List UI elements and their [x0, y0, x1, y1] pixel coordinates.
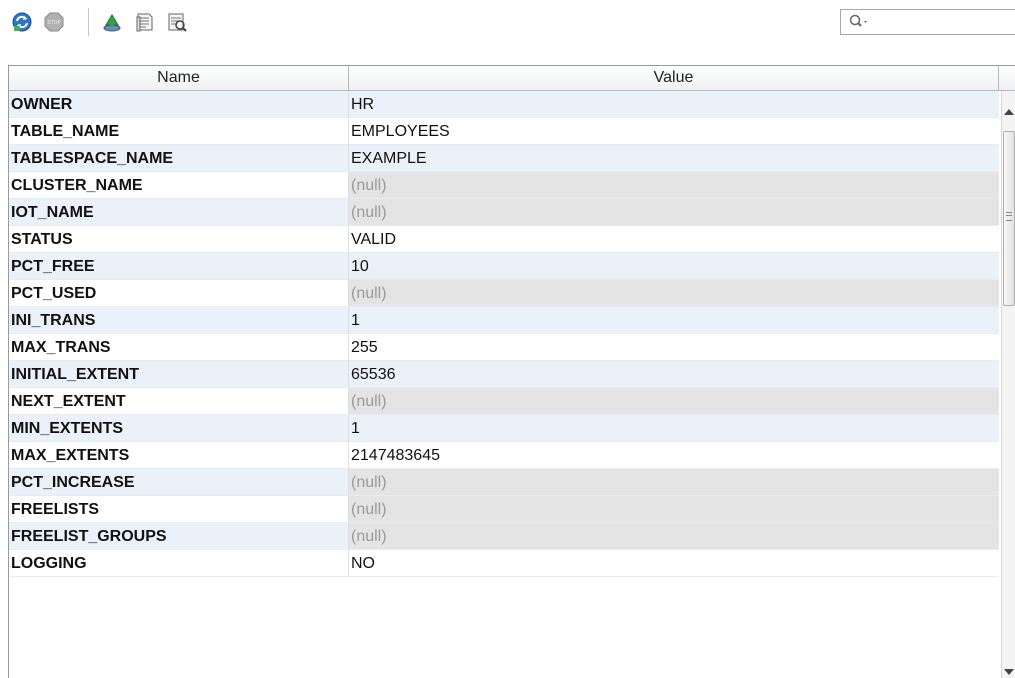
property-value-cell[interactable]: 1	[349, 415, 999, 442]
property-name-cell[interactable]: STATUS	[9, 226, 349, 253]
table-row[interactable]: FREELISTS (null)	[9, 496, 999, 523]
property-value-cell[interactable]: (null)	[349, 280, 999, 307]
property-value-cell[interactable]: (null)	[349, 496, 999, 523]
table-row[interactable]: CLUSTER_NAME (null)	[9, 172, 999, 199]
svg-text:STOP: STOP	[47, 20, 60, 26]
property-name-cell[interactable]: TABLESPACE_NAME	[9, 145, 349, 172]
property-name-cell[interactable]: PCT_FREE	[9, 253, 349, 280]
query-icon[interactable]	[165, 10, 189, 34]
table-row[interactable]: LOGGING NO	[9, 550, 999, 577]
table-row[interactable]: OWNER HR	[9, 91, 999, 118]
table-row[interactable]: INI_TRANS 1	[9, 307, 999, 334]
scroll-up-arrow-icon[interactable]	[1004, 109, 1014, 115]
table-row[interactable]: PCT_INCREASE (null)	[9, 469, 999, 496]
property-value-cell[interactable]: (null)	[349, 469, 999, 496]
vertical-scrollbar[interactable]	[1001, 91, 1015, 678]
property-name-cell[interactable]: INITIAL_EXTENT	[9, 361, 349, 388]
run-icon[interactable]	[100, 10, 124, 34]
search-field[interactable]	[840, 9, 1015, 35]
property-value-cell[interactable]: (null)	[349, 388, 999, 415]
table-row[interactable]: TABLESPACE_NAME EXAMPLE	[9, 145, 999, 172]
table-row[interactable]: FREELIST_GROUPS (null)	[9, 523, 999, 550]
property-value-cell[interactable]: VALID	[349, 226, 999, 253]
property-name-cell[interactable]: PCT_USED	[9, 280, 349, 307]
property-value-cell[interactable]: 1	[349, 307, 999, 334]
table-row[interactable]: IOT_NAME (null)	[9, 199, 999, 226]
property-value-cell[interactable]: EMPLOYEES	[349, 118, 999, 145]
property-value-cell[interactable]: 255	[349, 334, 999, 361]
table-row[interactable]: TABLE_NAME EMPLOYEES	[9, 118, 999, 145]
property-name-cell[interactable]: IOT_NAME	[9, 199, 349, 226]
scroll-grip-icon	[1006, 212, 1012, 221]
property-value-cell[interactable]: 10	[349, 253, 999, 280]
property-name-cell[interactable]: PCT_INCREASE	[9, 469, 349, 496]
toolbar: STOP	[0, 0, 1015, 42]
column-header-value[interactable]: Value	[349, 66, 999, 91]
column-header-name[interactable]: Name	[9, 66, 349, 91]
table-row[interactable]: MAX_TRANS 255	[9, 334, 999, 361]
property-name-cell[interactable]: TABLE_NAME	[9, 118, 349, 145]
toolbar-separator	[88, 8, 89, 36]
property-value-cell[interactable]: EXAMPLE	[349, 145, 999, 172]
property-value-cell[interactable]: (null)	[349, 523, 999, 550]
scroll-down-arrow-icon[interactable]	[1004, 669, 1014, 675]
property-name-cell[interactable]: CLUSTER_NAME	[9, 172, 349, 199]
property-value-cell[interactable]: NO	[349, 550, 999, 577]
refresh-icon[interactable]	[10, 10, 34, 34]
property-name-cell[interactable]: OWNER	[9, 91, 349, 118]
property-value-cell[interactable]: (null)	[349, 199, 999, 226]
property-name-cell[interactable]: MAX_TRANS	[9, 334, 349, 361]
property-value-cell[interactable]: 2147483645	[349, 442, 999, 469]
sql-icon[interactable]	[133, 10, 157, 34]
table-row[interactable]: STATUS VALID	[9, 226, 999, 253]
property-name-cell[interactable]: NEXT_EXTENT	[9, 388, 349, 415]
property-value-cell[interactable]: HR	[349, 91, 999, 118]
grid-rows: OWNER HR TABLE_NAME EMPLOYEES TABLESPACE_NAM…	[9, 91, 999, 577]
table-row[interactable]: PCT_USED (null)	[9, 280, 999, 307]
table-row[interactable]: MAX_EXTENTS 2147483645	[9, 442, 999, 469]
property-name-cell[interactable]: MIN_EXTENTS	[9, 415, 349, 442]
table-row[interactable]: INITIAL_EXTENT 65536	[9, 361, 999, 388]
table-row[interactable]: PCT_FREE 10	[9, 253, 999, 280]
property-name-cell[interactable]: INI_TRANS	[9, 307, 349, 334]
properties-grid: Name Value OWNER HR TABLE_NAME EMPLOYEES TAB…	[8, 65, 1015, 678]
property-name-cell[interactable]: FREELISTS	[9, 496, 349, 523]
property-name-cell[interactable]: MAX_EXTENTS	[9, 442, 349, 469]
table-row[interactable]: NEXT_EXTENT (null)	[9, 388, 999, 415]
table-row[interactable]: MIN_EXTENTS 1	[9, 415, 999, 442]
property-name-cell[interactable]: LOGGING	[9, 550, 349, 577]
search-icon[interactable]	[849, 14, 871, 30]
stop-icon[interactable]: STOP	[42, 10, 66, 34]
property-value-cell[interactable]: (null)	[349, 172, 999, 199]
grid-header: Name Value	[9, 66, 1015, 91]
property-name-cell[interactable]: FREELIST_GROUPS	[9, 523, 349, 550]
property-value-cell[interactable]: 65536	[349, 361, 999, 388]
header-corner	[999, 66, 1015, 91]
scroll-thumb[interactable]	[1003, 131, 1015, 306]
